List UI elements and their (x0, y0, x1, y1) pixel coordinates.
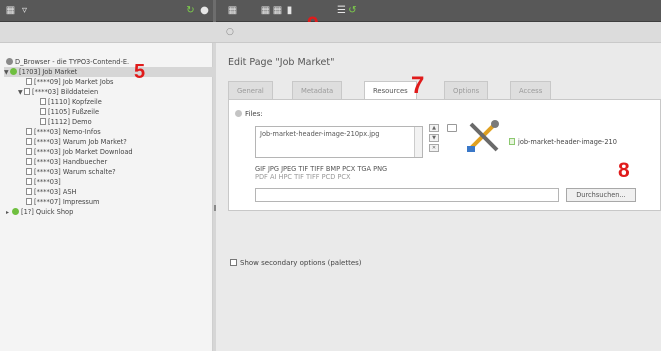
tree-item[interactable]: ▸ [1?] Quick Shop (6, 207, 73, 217)
page-icon (26, 158, 32, 165)
page-icon (26, 138, 32, 145)
help-dot-icon: ○ (226, 27, 234, 37)
page-icon (24, 88, 30, 95)
annotation-7: 7 (411, 72, 425, 99)
secondary-options-checkbox[interactable] (230, 259, 237, 266)
allowed-types: GIF JPG JPEG TIF TIFF BMP PCX TGA PNG PD… (255, 165, 388, 181)
edit-toolbar: ▦ ▦ ▦ ▮ ☰ ↺ (216, 0, 661, 22)
tree-item[interactable]: [****09] Job Market Jobs (26, 77, 113, 87)
page-icon (26, 178, 32, 185)
help-icon[interactable] (235, 110, 242, 117)
file-icon (509, 138, 515, 145)
page-icon (26, 188, 32, 195)
tab-resources[interactable]: Resources (364, 81, 417, 100)
page-title: Edit Page "Job Market" (228, 57, 335, 68)
page-icon (40, 98, 46, 105)
tree-item[interactable]: [****03] Job Market Download (26, 147, 133, 157)
annotation-8: 8 (618, 159, 630, 182)
tree-item[interactable]: [****03] Warum Job Market? (26, 137, 127, 147)
tree-item[interactable]: [****03] Nemo-Infos (26, 127, 101, 137)
page-tree: D_Browser - die TYPO3-Contend-E. ▼ [1?03]… (0, 43, 213, 351)
page-icon (26, 128, 32, 135)
tab-general[interactable]: General (228, 81, 273, 99)
undo-icon[interactable]: ↺ (347, 5, 358, 16)
secondary-options[interactable]: Show secondary options (palettes) (230, 259, 362, 267)
tree-item[interactable]: [****03] (26, 177, 61, 187)
files-label: Files: (245, 110, 263, 118)
tree-item-selected[interactable]: ▼ [1?03] Job Market (4, 67, 213, 77)
page-new-icon[interactable]: ▦ (5, 5, 16, 16)
edit-form: Edit Page "Job Market" General Metadata … (216, 43, 661, 351)
delete-icon[interactable]: ✕ (429, 144, 439, 152)
save-icon[interactable]: ▦ (227, 5, 238, 16)
save-view-icon[interactable]: ▦ (260, 5, 271, 16)
resources-panel: Files: Job-market-header-image-210px.jpg… (228, 99, 661, 211)
globe-icon (6, 58, 13, 65)
tree-toolbar: ▦ ▿ ↻ ● (0, 0, 213, 22)
tree-item[interactable]: [****07] Impressum (26, 197, 99, 207)
page-icon (40, 108, 46, 115)
annotation-5: 5 (134, 61, 146, 83)
page-icon (40, 118, 46, 125)
filter-icon[interactable]: ▿ (19, 5, 30, 16)
page-icon (26, 198, 32, 205)
attached-file[interactable]: job-market-header-image-210 (509, 138, 617, 146)
tree-item[interactable]: [1112] Demo (40, 117, 92, 127)
tree-root[interactable]: D_Browser - die TYPO3-Contend-E. (6, 57, 129, 67)
tab-access[interactable]: Access (510, 81, 552, 99)
settings-icon[interactable]: ● (199, 5, 210, 16)
browse-button[interactable]: Durchsuchen... (566, 188, 636, 202)
refresh-icon[interactable]: ↻ (185, 5, 196, 16)
tree-item[interactable]: ▼ [****03] Bilddateien (18, 87, 98, 97)
tools-thumbnail (467, 120, 499, 152)
globe-icon (10, 68, 17, 75)
file-list-scrollbar[interactable] (414, 127, 422, 157)
upload-file-input[interactable] (255, 188, 559, 202)
page-icon (26, 78, 32, 85)
tab-options[interactable]: Options (444, 81, 489, 99)
move-up-icon[interactable]: ▲ (429, 124, 439, 132)
move-down-icon[interactable]: ▼ (429, 134, 439, 142)
tree-item[interactable]: [****03] Handbuecher (26, 157, 107, 167)
save-close-icon[interactable]: ▦ (272, 5, 283, 16)
page-icon (26, 168, 32, 175)
tab-bar: General Metadata Resources Options Acces… (228, 81, 661, 100)
top-toolbar: ▦ ▿ ↻ ● ▦ ▦ ▦ ▮ ☰ ↺ (0, 0, 661, 22)
file-list[interactable]: Job-market-header-image-210px.jpg (255, 126, 423, 158)
file-list-item[interactable]: Job-market-header-image-210px.jpg (260, 130, 379, 138)
tab-metadata[interactable]: Metadata (292, 81, 343, 99)
file-list-controls: ▲ ▼ ✕ (429, 124, 441, 154)
close-icon[interactable]: ▮ (284, 5, 295, 16)
tree-item[interactable]: [1110] Kopfzeile (40, 97, 102, 107)
page-icon (26, 148, 32, 155)
tree-item[interactable]: [1105] Fußzeile (40, 107, 99, 117)
sub-toolbar: ○ (0, 22, 661, 43)
globe-icon (12, 208, 19, 215)
folder-icon[interactable] (447, 124, 457, 132)
list-icon[interactable]: ☰ (336, 5, 347, 16)
tree-item[interactable]: [****03] ASH (26, 187, 76, 197)
tree-item[interactable]: [****03] Warum schalte? (26, 167, 116, 177)
